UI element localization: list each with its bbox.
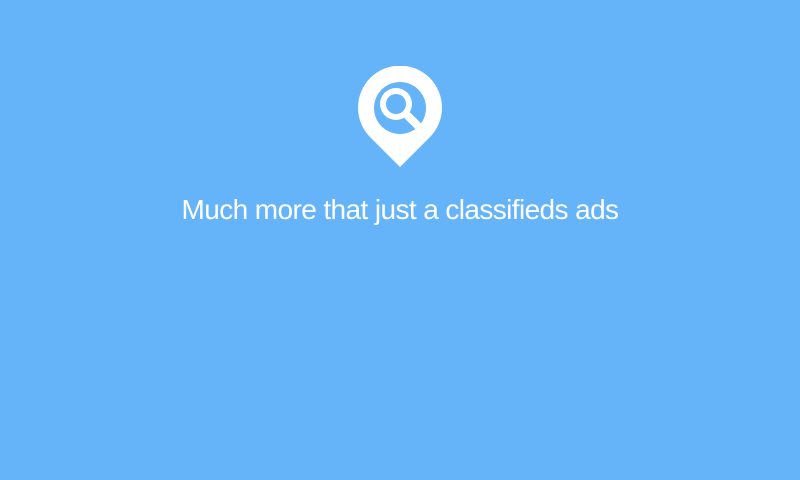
location-pin-search-icon xyxy=(358,66,442,167)
splash-screen: Much more that just a classifieds ads xyxy=(0,0,800,480)
tagline: Much more that just a classifieds ads xyxy=(181,194,619,225)
